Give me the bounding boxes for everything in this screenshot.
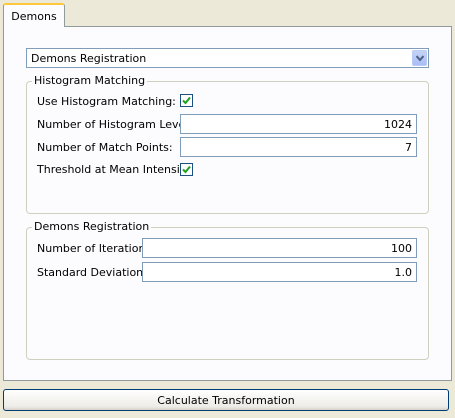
histogram-matching-title: Histogram Matching xyxy=(32,74,148,87)
use-histogram-matching-checkbox[interactable] xyxy=(180,94,193,107)
chevron-down-icon[interactable] xyxy=(412,50,427,66)
threshold-mean-intensity-checkbox[interactable] xyxy=(180,163,193,176)
checkmark-icon xyxy=(182,165,191,174)
method-select[interactable]: Demons Registration xyxy=(26,48,429,68)
demons-registration-title: Demons Registration xyxy=(32,220,152,233)
calculate-transformation-label: Calculate Transformation xyxy=(157,393,295,407)
method-select-value: Demons Registration xyxy=(31,52,147,65)
use-histogram-matching-label: Use Histogram Matching: xyxy=(37,95,176,108)
calculate-transformation-button[interactable]: Calculate Transformation xyxy=(3,389,449,411)
threshold-mean-intensity-label: Threshold at Mean Intensity: xyxy=(37,163,194,176)
tab-demons-label: Demons xyxy=(11,9,57,23)
match-points-input[interactable]: 7 xyxy=(180,137,417,157)
iterations-input[interactable]: 100 xyxy=(142,238,417,258)
tab-demons[interactable]: Demons xyxy=(3,3,65,27)
std-dev-input[interactable]: 1.0 xyxy=(142,262,417,282)
histogram-levels-input[interactable]: 1024 xyxy=(180,114,417,134)
checkmark-icon xyxy=(182,96,191,105)
iterations-label: Number of Iterations: xyxy=(37,242,155,255)
match-points-label: Number of Match Points: xyxy=(37,141,173,154)
std-dev-label: Standard Deviation: xyxy=(37,266,147,279)
histogram-levels-label: Number of Histogram Levels: xyxy=(37,118,198,131)
